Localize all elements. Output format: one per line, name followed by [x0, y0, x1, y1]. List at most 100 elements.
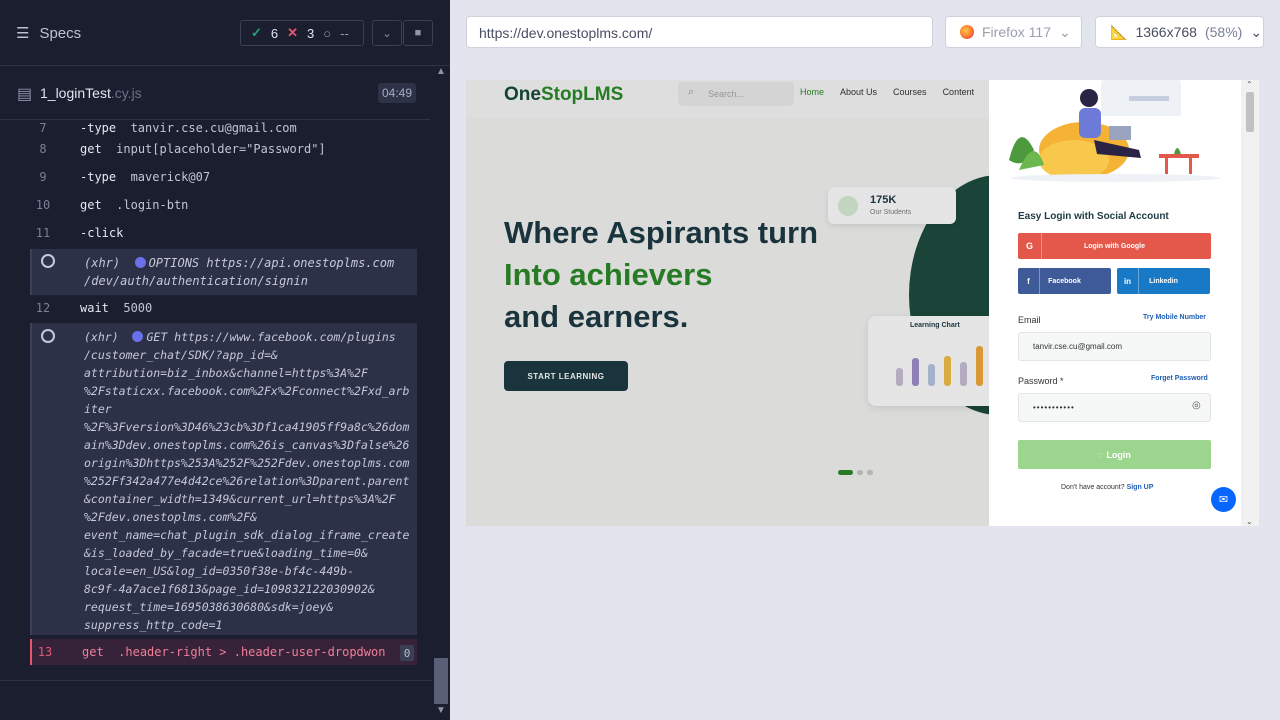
command-number: 13	[37, 645, 53, 659]
stop-button[interactable]: ■	[403, 20, 433, 46]
viewport-scale: (58%)	[1204, 24, 1243, 40]
chevron-up-icon[interactable]: ⌃	[1246, 80, 1253, 89]
scrollbar-thumb[interactable]	[1246, 92, 1254, 132]
scrollbar-thumb[interactable]	[434, 658, 448, 704]
xhr-text: (xhr) OPTIONS https://api.onestoplms.com…	[84, 254, 394, 290]
xhr-log-row[interactable]: (xhr) GET https://www.facebook.com/plugi…	[30, 323, 417, 635]
viewport-info[interactable]: 📐 1366x768 (58%) ⌄	[1095, 16, 1264, 48]
command-name: -click	[80, 226, 124, 240]
messenger-icon: ✉	[1218, 494, 1229, 506]
chevron-down-icon[interactable]: ⌄	[1246, 517, 1253, 526]
spec-file-base: 1_loginTest	[40, 85, 111, 101]
command-arg: maverick@07	[130, 170, 211, 184]
email-field[interactable]: tanvir.cse.cu@gmail.com	[1018, 332, 1211, 361]
command-text: get .header-right > .header-user-dropdwo…	[82, 645, 385, 659]
command-name: wait	[80, 301, 109, 315]
spinner-icon	[41, 329, 55, 343]
modal-backdrop[interactable]	[466, 80, 989, 526]
pending-count: --	[340, 25, 349, 41]
spec-file-name: 1_loginTest.cy.js	[40, 85, 142, 101]
spec-file-ext: .cy.js	[110, 85, 142, 101]
command-name: -type	[80, 121, 117, 135]
spec-duration: 04:49	[378, 83, 416, 103]
command-row[interactable]: 12 wait 5000	[30, 295, 417, 323]
messenger-chat-button[interactable]: ✉	[1211, 487, 1236, 512]
spec-file-header[interactable]: ▤ 1_loginTest.cy.js 04:49	[0, 66, 430, 120]
google-label: Login with Google	[1083, 242, 1146, 250]
failed-command-row[interactable]: 13 get .header-right > .header-user-drop…	[30, 639, 417, 665]
ruler-icon: 📐	[1110, 23, 1128, 40]
command-arg: input[placeholder="Password"]	[116, 142, 326, 156]
xhr-request: GET https://www.facebook.com/plugins /cu…	[84, 330, 410, 632]
command-name: get	[80, 198, 102, 212]
xhr-log-row[interactable]: (xhr) OPTIONS https://api.onestoplms.com…	[30, 249, 417, 295]
command-row[interactable]: 11 -click	[30, 220, 417, 248]
password-label: Password *	[1018, 376, 1064, 386]
stop-icon: ■	[414, 27, 422, 39]
chevron-down-icon: ⌄	[1250, 23, 1263, 40]
chevron-up-icon[interactable]: ▲	[436, 66, 446, 77]
command-row[interactable]: 10 get .login-btn	[30, 192, 417, 220]
login-google-button[interactable]: G Login with Google	[1018, 233, 1211, 259]
command-text: get input[placeholder="Password"]	[80, 142, 326, 156]
password-field[interactable]: •••••••••••	[1018, 393, 1211, 422]
command-number: 9	[39, 170, 47, 184]
linkedin-label: Linkedin	[1149, 277, 1178, 285]
command-text: -type tanvir.cse.cu@gmail.com	[80, 121, 297, 135]
command-arg: 5000	[123, 301, 153, 315]
login-modal: Easy Login with Social Account G Login w…	[989, 80, 1241, 526]
url-bar[interactable]: https://dev.onestoplms.com/	[466, 16, 933, 48]
login-button[interactable]: ◌ Login	[1018, 440, 1211, 469]
xhr-request: OPTIONS https://api.onestoplms.com /dev/…	[84, 256, 395, 288]
pending-dot-icon	[132, 331, 144, 342]
document-icon: ▤	[17, 86, 33, 103]
specs-toggle[interactable]: ☰ Specs	[16, 24, 82, 43]
menu-icon: ☰	[16, 25, 30, 42]
signup-prompt: Don't have account? Sign UP	[1061, 484, 1153, 491]
chevron-down-icon: ⌄	[382, 27, 392, 40]
facebook-label: Facebook	[1048, 277, 1081, 285]
command-text: -type maverick@07	[80, 170, 210, 184]
website-background: OneStopLMS Search... ⌕ Home About Us Cou…	[466, 80, 1089, 526]
failed-count: 3	[307, 25, 315, 41]
viewport-size: 1366x768	[1135, 24, 1197, 40]
chevron-down-icon: ⌄	[1059, 23, 1071, 40]
check-icon: ✓	[251, 25, 262, 40]
spinner-icon: ○	[323, 25, 332, 41]
chevron-down-button[interactable]: ⌄	[372, 20, 402, 46]
xhr-text: (xhr) GET https://www.facebook.com/plugi…	[84, 328, 409, 634]
modal-scrollbar[interactable]: ⌃ ⌄	[1241, 80, 1259, 526]
command-number: 7	[39, 121, 47, 135]
command-name: -type	[80, 170, 117, 184]
linkedin-login-button[interactable]: in Linkedin	[1117, 268, 1210, 294]
runner-header: ☰ Specs ✓ 6 ✕ 3 ○ -- ⌄ ■	[0, 0, 450, 66]
cypress-runner-panel: ☰ Specs ✓ 6 ✕ 3 ○ -- ⌄ ■ ▤ 1_loginTest.c…	[0, 0, 450, 720]
login-label: Login	[1106, 449, 1131, 460]
command-number: 12	[35, 301, 51, 315]
app-preview-panel: https://dev.onestoplms.com/ Firefox 117 …	[450, 0, 1280, 720]
command-number: 11	[35, 226, 51, 240]
test-stats: ✓ 6 ✕ 3 ○ --	[240, 20, 364, 46]
log-scrollbar[interactable]: ▲ ▼	[432, 66, 450, 720]
command-text: get .login-btn	[80, 198, 188, 212]
aut-iframe: OneStopLMS Search... ⌕ Home About Us Cou…	[466, 80, 1259, 526]
linkedin-icon: in	[1117, 268, 1139, 294]
element-count-badge: 0	[400, 645, 414, 661]
command-log: 7 -type tanvir.cse.cu@gmail.com 8 get in…	[0, 120, 432, 680]
facebook-login-button[interactable]: f Facebook	[1018, 268, 1111, 294]
command-arg: tanvir.cse.cu@gmail.com	[130, 121, 297, 135]
command-arg: .header-right > .header-user-dropdwon	[118, 645, 386, 659]
signup-link[interactable]: Sign UP	[1127, 484, 1154, 491]
browser-name: Firefox 117	[982, 24, 1051, 40]
specs-label: Specs	[39, 24, 82, 42]
command-row[interactable]: 9 -type maverick@07	[30, 164, 417, 192]
forget-password-link[interactable]: Forget Password	[1151, 375, 1208, 382]
command-row[interactable]: 8 get input[placeholder="Password"]	[30, 136, 417, 164]
command-number: 10	[35, 198, 51, 212]
chevron-down-icon[interactable]: ▼	[436, 705, 446, 716]
browser-selector[interactable]: Firefox 117 ⌄	[945, 16, 1082, 48]
eye-icon[interactable]: ◎	[1192, 400, 1201, 411]
try-mobile-link[interactable]: Try Mobile Number	[1143, 314, 1206, 321]
divider	[0, 680, 432, 681]
command-name: get	[82, 645, 104, 659]
